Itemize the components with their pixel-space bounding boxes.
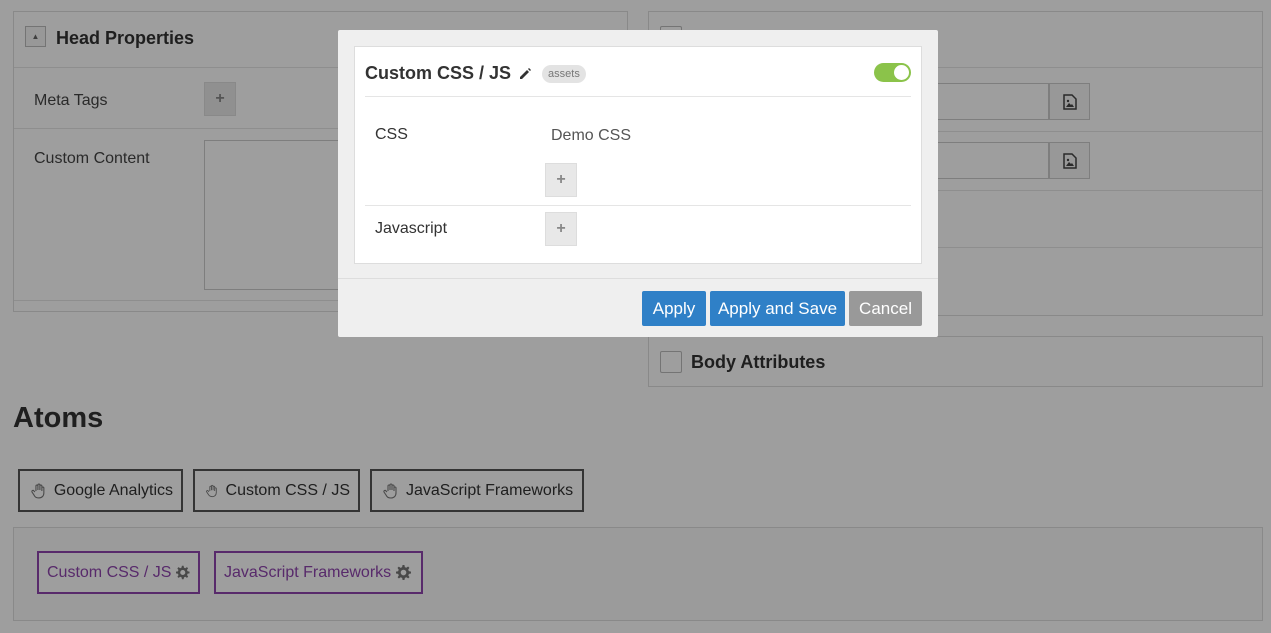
enable-toggle[interactable] (874, 63, 911, 82)
cancel-button[interactable]: Cancel (849, 291, 922, 326)
divider (365, 205, 911, 206)
plus-icon: + (556, 220, 566, 237)
divider (365, 96, 911, 97)
css-asset-item[interactable]: Demo CSS (551, 127, 631, 145)
modal-title: Custom CSS / JS (365, 63, 512, 83)
apply-and-save-button[interactable]: Apply and Save (710, 291, 845, 326)
apply-button[interactable]: Apply (642, 291, 706, 326)
footer-divider (338, 278, 938, 279)
add-css-button[interactable]: + (545, 163, 577, 197)
pencil-icon[interactable] (518, 67, 532, 81)
modal-content: Custom CSS / JS assets CSS Demo CSS + Ja… (354, 46, 922, 264)
javascript-label: Javascript (375, 220, 448, 237)
css-label: CSS (375, 126, 408, 143)
add-javascript-button[interactable]: + (545, 212, 577, 246)
assets-badge: assets (542, 64, 586, 83)
plus-icon: + (556, 171, 566, 188)
toggle-knob (894, 65, 909, 80)
custom-css-js-modal: Custom CSS / JS assets CSS Demo CSS + Ja… (338, 30, 938, 337)
modal-header: Custom CSS / JS assets (365, 63, 586, 84)
